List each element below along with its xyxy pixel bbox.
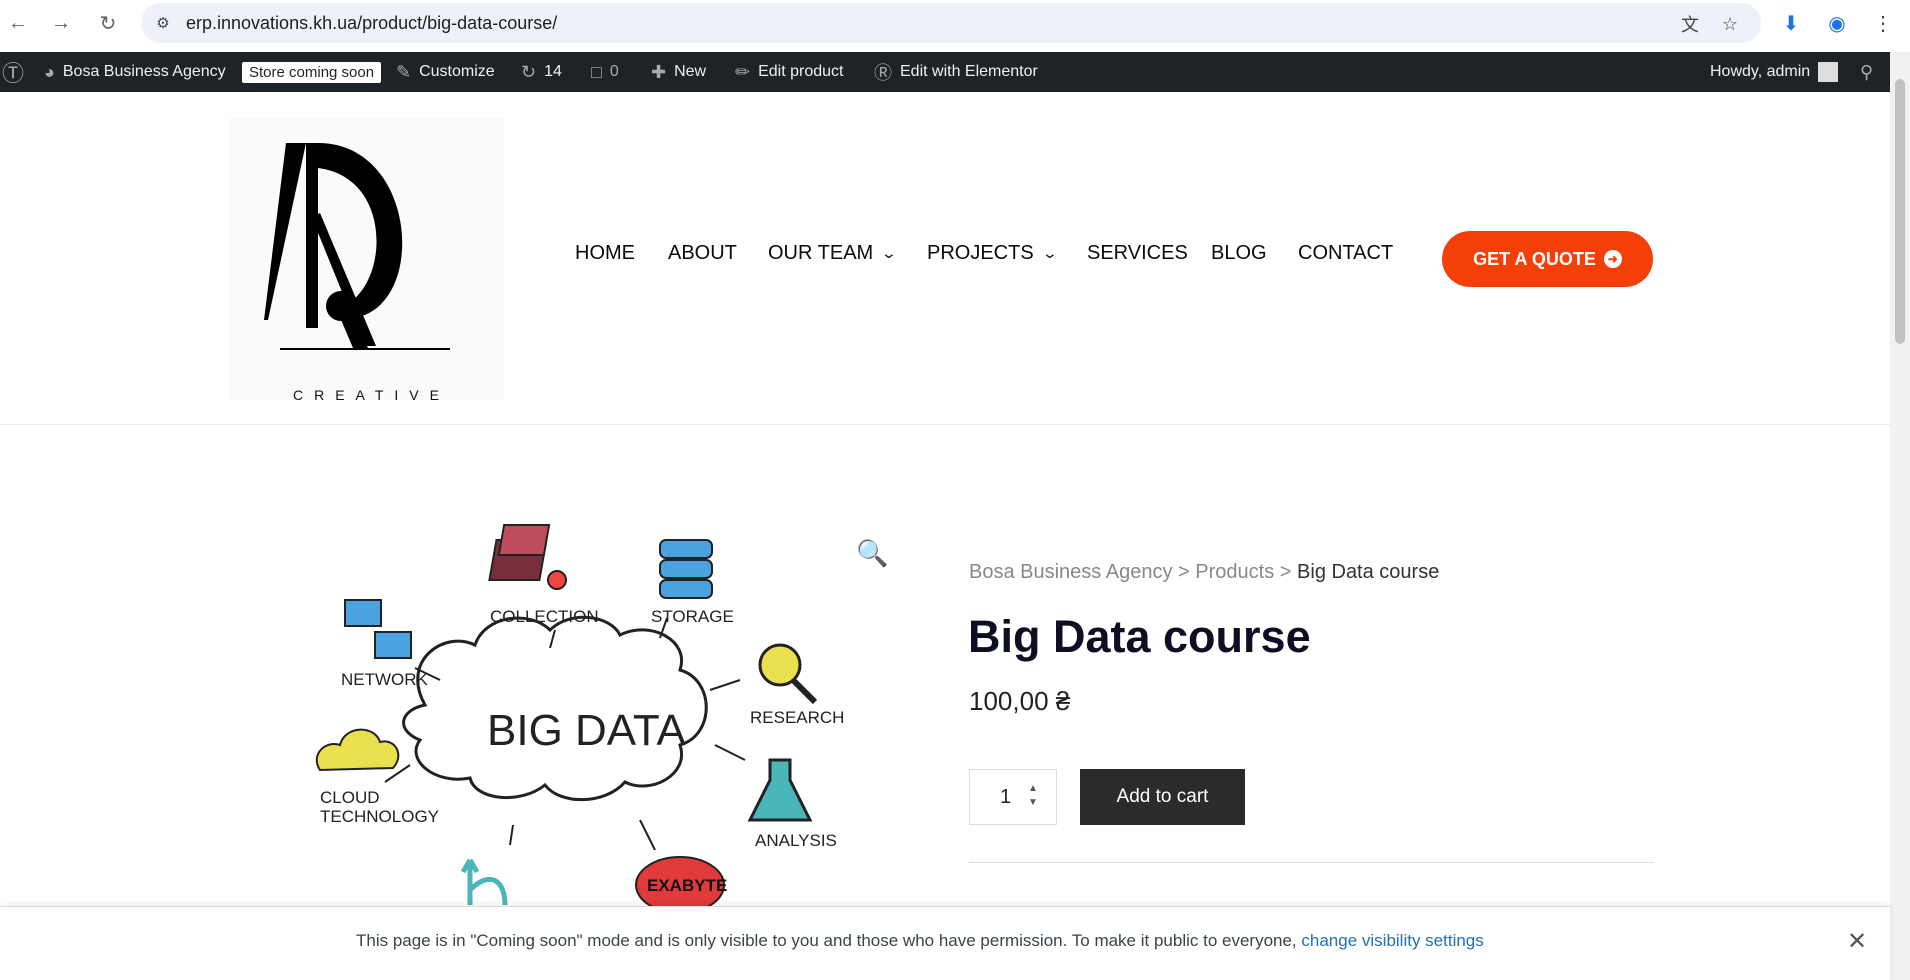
chevron-down-icon: ⌄ [1041,245,1058,261]
visibility-settings-link[interactable]: change visibility settings [1301,931,1483,950]
breadcrumb-home[interactable]: Bosa Business Agency [969,561,1172,583]
new-content-link[interactable]: ✚ New [651,52,706,92]
dashboard-icon: ◕ [44,61,55,82]
logo-mark-icon: CREATIVE [264,143,450,403]
forward-icon[interactable]: → [46,8,76,38]
exabyte-icon: EXABYTE [635,856,727,910]
research-icon [758,643,818,705]
address-bar[interactable]: ⚙ erp.innovations.kh.ua/product/big-data… [141,3,1761,43]
divider [969,862,1654,863]
breadcrumb-current: Big Data course [1297,561,1440,583]
quantity-stepper[interactable]: 1 ▲ ▼ [969,769,1057,825]
wp-admin-bar: Ⓣ ◕ Bosa Business Agency Store coming so… [0,52,1890,92]
my-account-link[interactable]: Howdy, admin [1710,52,1839,92]
cloud-technology-icon [315,728,400,772]
edit-product-link[interactable]: ✏ Edit product [735,52,843,92]
translate-icon[interactable]: 文 [1679,13,1701,35]
page-scrollbar[interactable] [1890,52,1910,980]
close-icon[interactable]: ✕ [1847,927,1867,956]
pencil-icon: ✏ [735,61,751,82]
browser-toolbar: ← → ↻ ⚙ erp.innovations.kh.ua/product/bi… [0,0,1910,52]
notice-message: This page is in "Coming soon" mode and i… [356,931,1297,950]
svg-text:TECHNOLOGY: TECHNOLOGY [320,807,439,826]
store-coming-soon-badge[interactable]: Store coming soon [242,52,382,92]
collection-icon [488,524,567,590]
quantity-value[interactable]: 1 [1000,786,1011,809]
storage-icon [659,539,713,599]
brush-icon: ✎ [396,61,412,82]
zoom-icon[interactable]: 🔍 [856,538,888,569]
svg-text:RESEARCH: RESEARCH [750,708,844,727]
nav-projects[interactable]: PROJECTS ⌄ [927,242,1058,265]
get-a-quote-button[interactable]: GET A QUOTE ➜ [1442,231,1653,287]
chevron-down-icon: ⌄ [880,245,898,261]
site-header: CREATIVE HOME ABOUT OUR TEAM ⌄ PROJECTS ⌄ … [0,92,1890,425]
site-info-icon[interactable]: ⚙ [152,12,174,34]
menu-kebab-icon[interactable]: ⋮ [1870,10,1896,36]
svg-text:COLLECTION: COLLECTION [490,607,599,626]
nav-services[interactable]: SERVICES [1087,242,1188,265]
updates-icon: ↻ [521,61,537,82]
product-title: Big Data course [968,611,1311,662]
coming-soon-notice: This page is in "Coming soon" mode and i… [0,906,1890,980]
nav-blog[interactable]: BLOG [1211,242,1267,265]
scrollbar-thumb[interactable] [1895,79,1905,344]
svg-text:EXABYTE: EXABYTE [647,876,727,895]
big-data-label: BIG DATA [487,706,686,755]
bookmark-star-icon[interactable]: ☆ [1719,13,1741,35]
nav-our-team[interactable]: OUR TEAM ⌄ [768,242,898,265]
url-text[interactable]: erp.innovations.kh.ua/product/big-data-c… [186,13,557,34]
search-icon[interactable]: ⚲ [1860,52,1873,92]
product-image[interactable]: BIG DATA COLLECTION STORAGE NETWORK RESE… [295,520,885,910]
nav-home[interactable]: HOME [575,242,635,265]
add-to-cart-button[interactable]: Add to cart [1080,769,1245,825]
comment-icon: □ [591,61,602,82]
back-icon[interactable]: ← [3,8,33,38]
breadcrumb-products[interactable]: Products [1195,561,1274,583]
download-icon[interactable]: ⬇ [1778,10,1804,36]
arrow-right-circle-icon: ➜ [1603,250,1622,268]
spinner-arrows-icon[interactable]: ▲ ▼ [1028,782,1038,810]
svg-text:ANALYSIS: ANALYSIS [755,831,837,850]
visualization-icon [460,858,508,906]
plus-icon: ✚ [651,61,667,82]
reload-icon[interactable]: ↻ [93,8,123,38]
product-price: 100,00 ₴ [969,686,1071,716]
comments-link[interactable]: □ 0 [591,52,619,92]
elementor-icon: Ⓡ [874,63,892,83]
analysis-icon [747,758,813,822]
svg-text:CLOUD: CLOUD [320,788,380,807]
profile-icon[interactable]: ◉ [1824,10,1850,36]
edit-elementor-link[interactable]: Ⓡ Edit with Elementor [874,52,1038,92]
logo-text: CREATIVE [293,387,450,400]
wordpress-logo-icon[interactable]: Ⓣ [2,52,24,92]
nav-contact[interactable]: CONTACT [1298,242,1393,265]
updates-link[interactable]: ↻ 14 [521,52,562,92]
breadcrumb: Bosa Business Agency > Products > Big Da… [969,561,1440,583]
svg-text:NETWORK: NETWORK [341,670,429,689]
nav-about[interactable]: ABOUT [668,242,737,265]
network-icon [344,599,412,659]
customize-link[interactable]: ✎ Customize [396,52,495,92]
svg-text:STORAGE: STORAGE [651,607,734,626]
avatar [1818,62,1839,82]
site-name-link[interactable]: ◕ Bosa Business Agency [44,52,226,92]
site-logo[interactable]: CREATIVE [228,118,504,403]
